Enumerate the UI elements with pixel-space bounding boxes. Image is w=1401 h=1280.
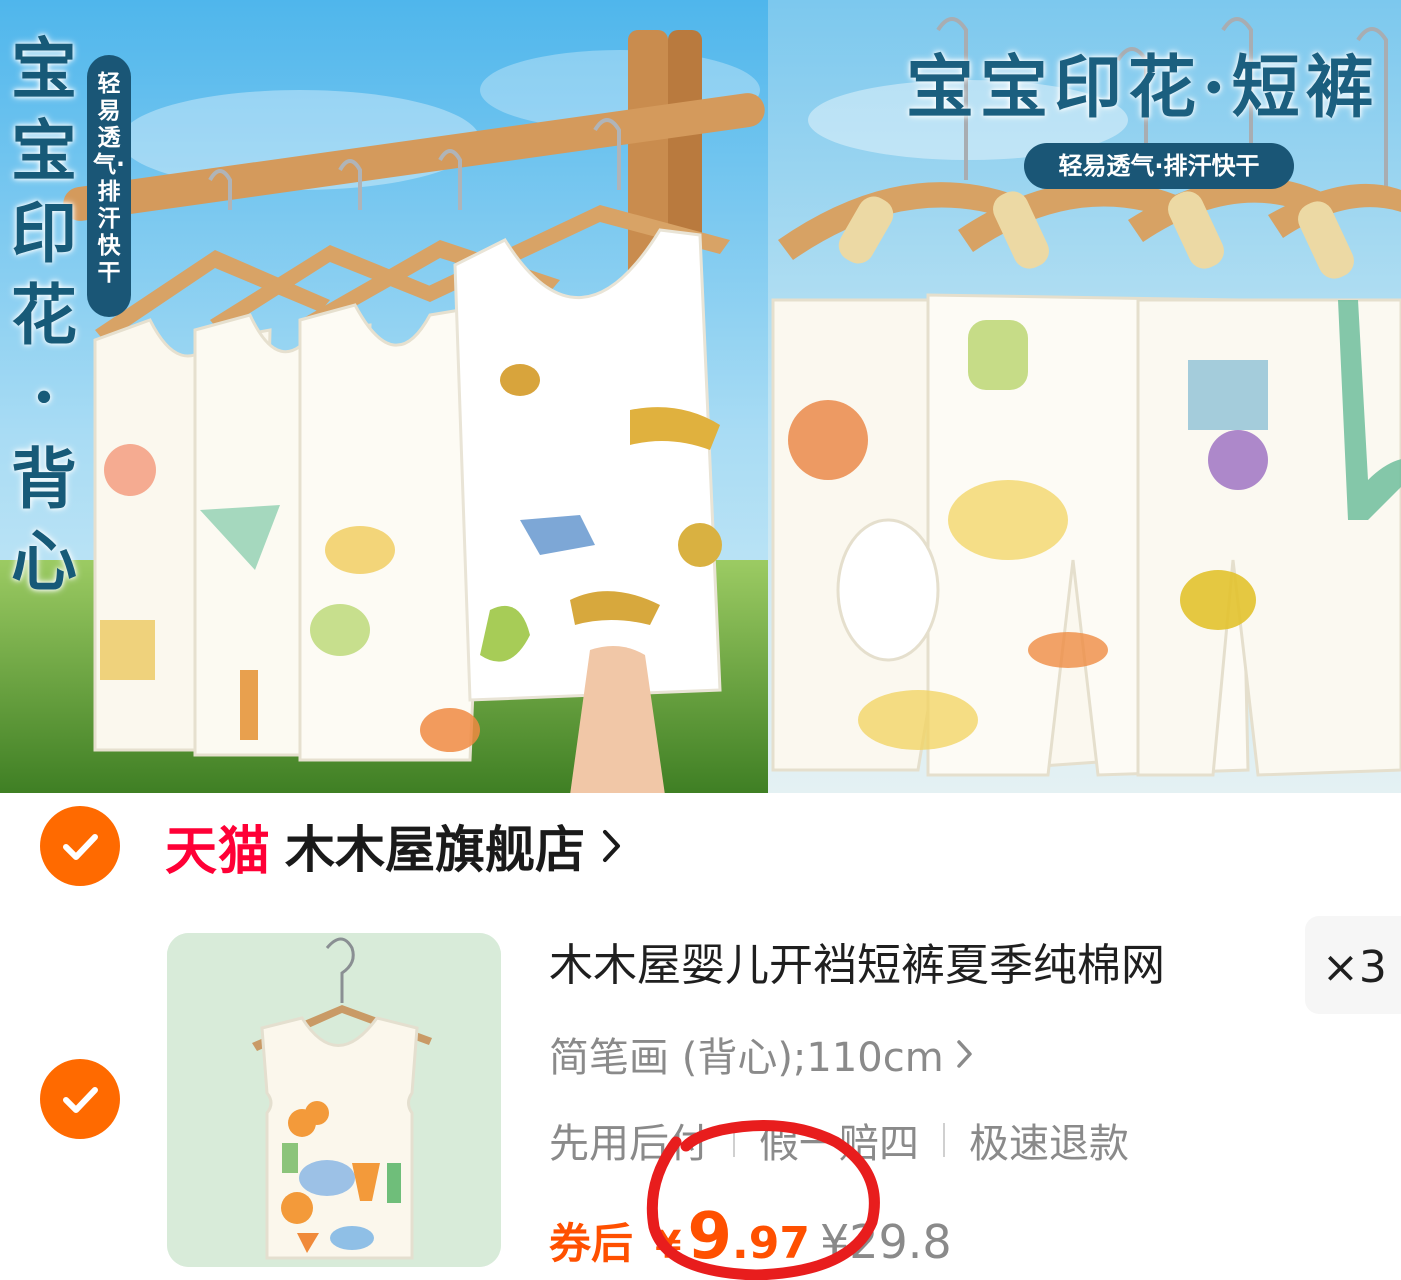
chevron-right-icon [603,830,621,862]
store-name: 木木屋旗舰店 [285,821,586,879]
tmall-badge: 天猫 [165,821,272,882]
checkmark-icon [63,834,98,860]
service-tag-fake-compensation: 假一赔四 [759,1121,919,1167]
sku-selector[interactable]: 简笔画 (背心);110cm [549,1024,974,1084]
product-banner[interactable]: 宝宝印花·背心 轻易透气·排汗快干 宝宝印花·短裤 轻易透气·排汗快干 [0,0,1401,793]
service-tag-fast-refund: 极速退款 [969,1121,1129,1167]
coupon-price-label: 券后 [549,1219,634,1268]
quantity-label[interactable]: ×3 [1322,940,1387,996]
store-select-checkbox[interactable] [40,806,120,886]
price-integer: 9 [687,1200,732,1274]
service-tags: 先用后付 假一赔四 极速退款 [549,1110,1129,1170]
vest-thumbnail-image [167,933,501,1267]
banner-left-title: 宝宝印花·背心 [11,30,77,600]
price-decimal: .97 [732,1218,810,1269]
item-select-checkbox[interactable] [40,1059,120,1139]
product-title[interactable]: 木木屋婴儿开裆短裤夏季纯棉网 [549,934,1279,998]
sku-text: 简笔画 (背心);110cm [549,1035,944,1081]
banner-vests-image[interactable]: 宝宝印花·背心 轻易透气·排汗快干 [0,0,768,793]
tag-divider [943,1123,945,1157]
currency-symbol: ¥ [655,1223,682,1267]
original-price: ¥29.8 [819,1215,952,1269]
banner-shorts-image[interactable]: 宝宝印花·短裤 轻易透气·排汗快干 [768,0,1401,793]
store-link[interactable]: 天猫 木木屋旗舰店 [165,806,623,886]
banner-right-pill: 轻易透气·排汗快干 [1024,143,1294,189]
checkmark-icon [63,1087,98,1113]
price-row: 券后 ¥ 9 .97 ¥29.8 [549,1200,952,1274]
tag-divider [733,1123,735,1157]
chevron-right-icon [956,1040,972,1068]
product-thumbnail[interactable] [167,933,501,1267]
banner-right-title: 宝宝印花·短裤 [906,48,1380,128]
banner-left-pill: 轻易透气·排汗快干 [87,55,131,317]
service-tag-pay-later: 先用后付 [549,1121,709,1167]
